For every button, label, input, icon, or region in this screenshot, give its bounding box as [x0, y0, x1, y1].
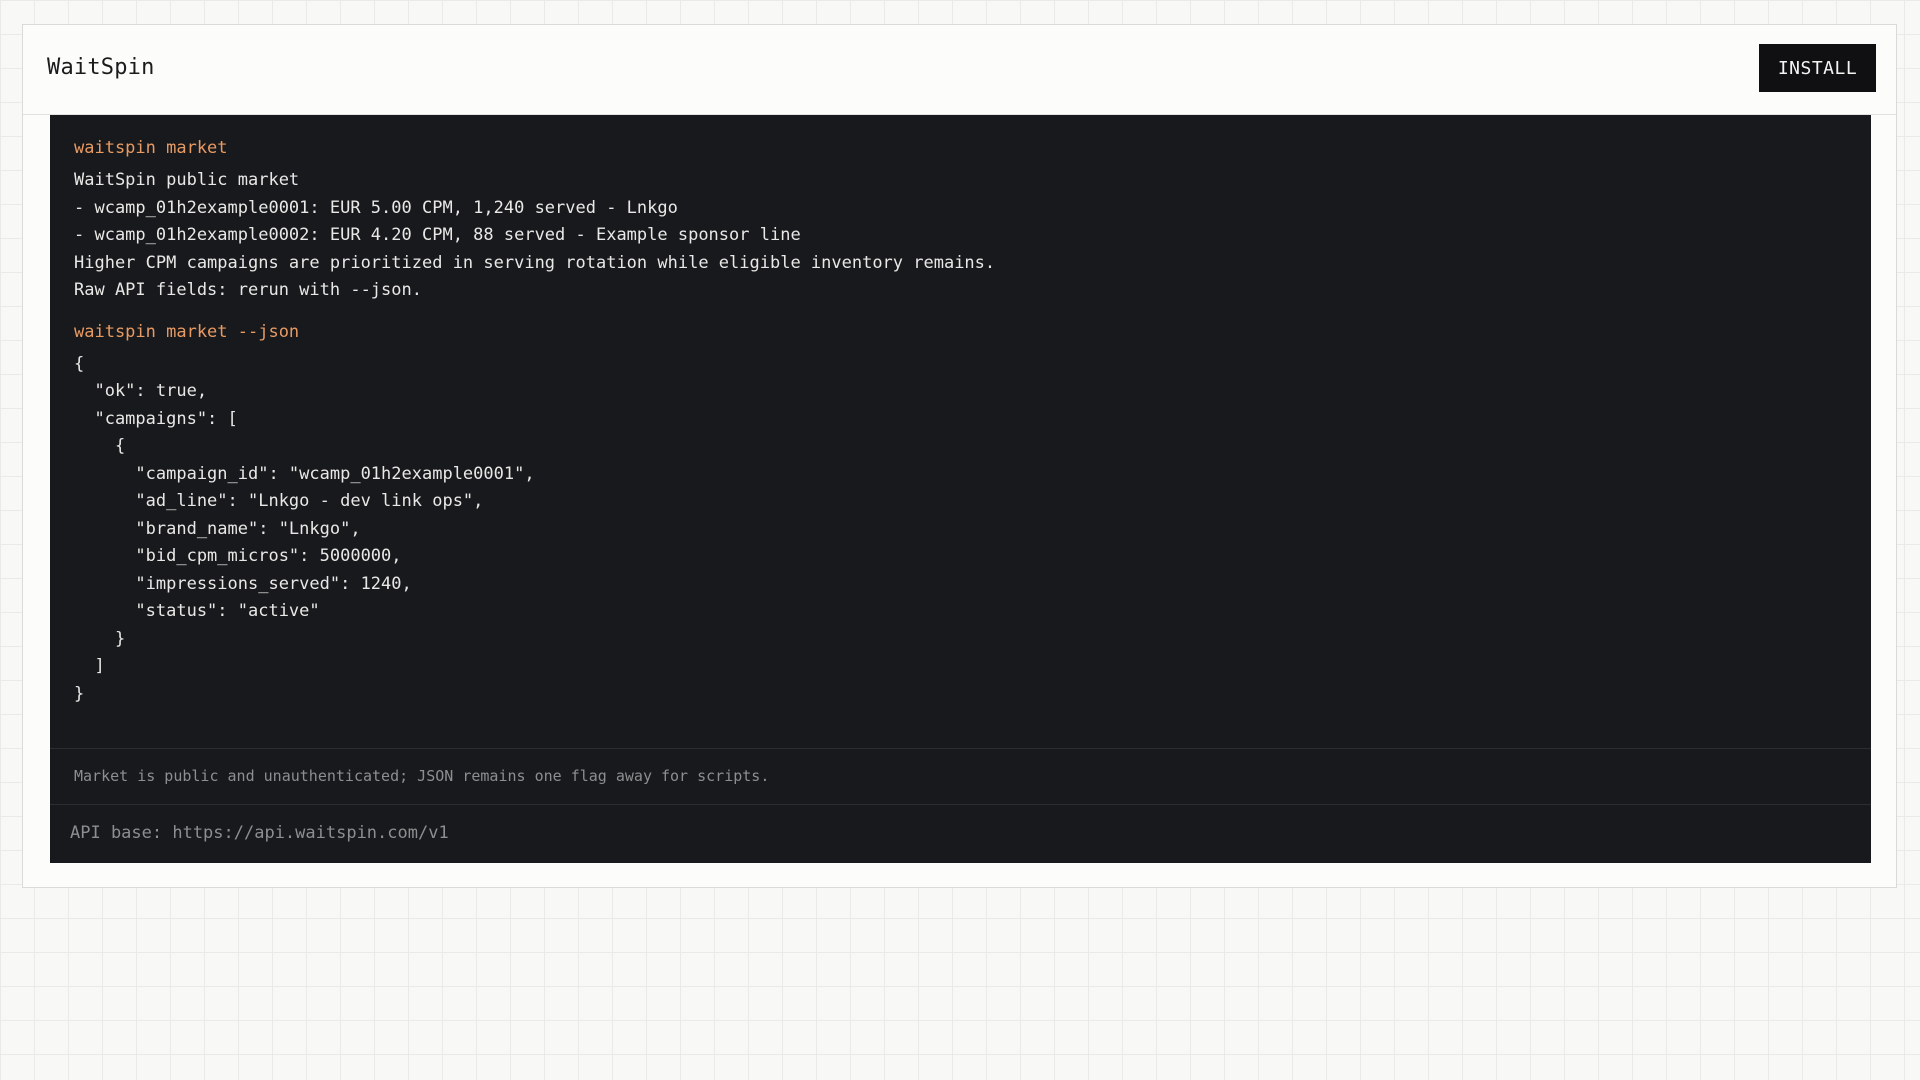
output-line: - wcamp_01h2example0001: EUR 5.00 CPM, 1… [74, 197, 678, 218]
command-line: waitspin market [74, 138, 228, 158]
command-output: WaitSpin public market - wcamp_01h2examp… [74, 167, 1847, 305]
output-line: WaitSpin public market [74, 170, 300, 190]
app-title: WaitSpin [47, 55, 155, 80]
api-base-text: API base: https://api.waitspin.com/v1 [70, 823, 449, 843]
output-line: Raw API fields: rerun with --json. [74, 280, 422, 300]
app-window: WaitSpin INSTALL waitspin market WaitSpi… [22, 24, 1897, 888]
command-block: waitspin market --json { "ok": true, "ca… [74, 319, 1847, 709]
output-line: "campaign_id": "wcamp_01h2example0001", [74, 463, 535, 484]
output-line: } [74, 683, 85, 704]
terminal-panel: waitspin market WaitSpin public market -… [50, 115, 1871, 863]
install-button[interactable]: INSTALL [1759, 44, 1876, 92]
output-line: } [74, 628, 126, 649]
notice-bar: Market is public and unauthenticated; JS… [50, 748, 1871, 805]
output-line: "status": "active" [74, 601, 320, 621]
command-block: waitspin market WaitSpin public market -… [74, 135, 1847, 305]
output-line: "bid_cpm_micros": 5000000, [74, 546, 402, 566]
output-line: "impressions_served": 1240, [74, 573, 412, 594]
command-line: waitspin market --json [74, 321, 300, 342]
app-header: WaitSpin INSTALL [23, 25, 1896, 115]
output-line: "ad_line": "Lnkgo - dev link ops", [74, 491, 484, 511]
output-line: - wcamp_01h2example0002: EUR 4.20 CPM, 8… [74, 225, 801, 245]
output-line: ] [74, 656, 105, 676]
output-line: { [74, 353, 85, 374]
output-line: Higher CPM campaigns are prioritized in … [74, 252, 996, 273]
notice-text: Market is public and unauthenticated; JS… [74, 767, 770, 785]
output-line: "brand_name": "Lnkgo", [74, 518, 361, 539]
output-line: { [74, 436, 126, 456]
output-line: "campaigns": [ [74, 408, 238, 429]
output-line: "ok": true, [74, 381, 208, 401]
terminal-output: waitspin market WaitSpin public market -… [50, 115, 1871, 708]
command-output: { "ok": true, "campaigns": [ { "campaign… [74, 351, 1847, 709]
